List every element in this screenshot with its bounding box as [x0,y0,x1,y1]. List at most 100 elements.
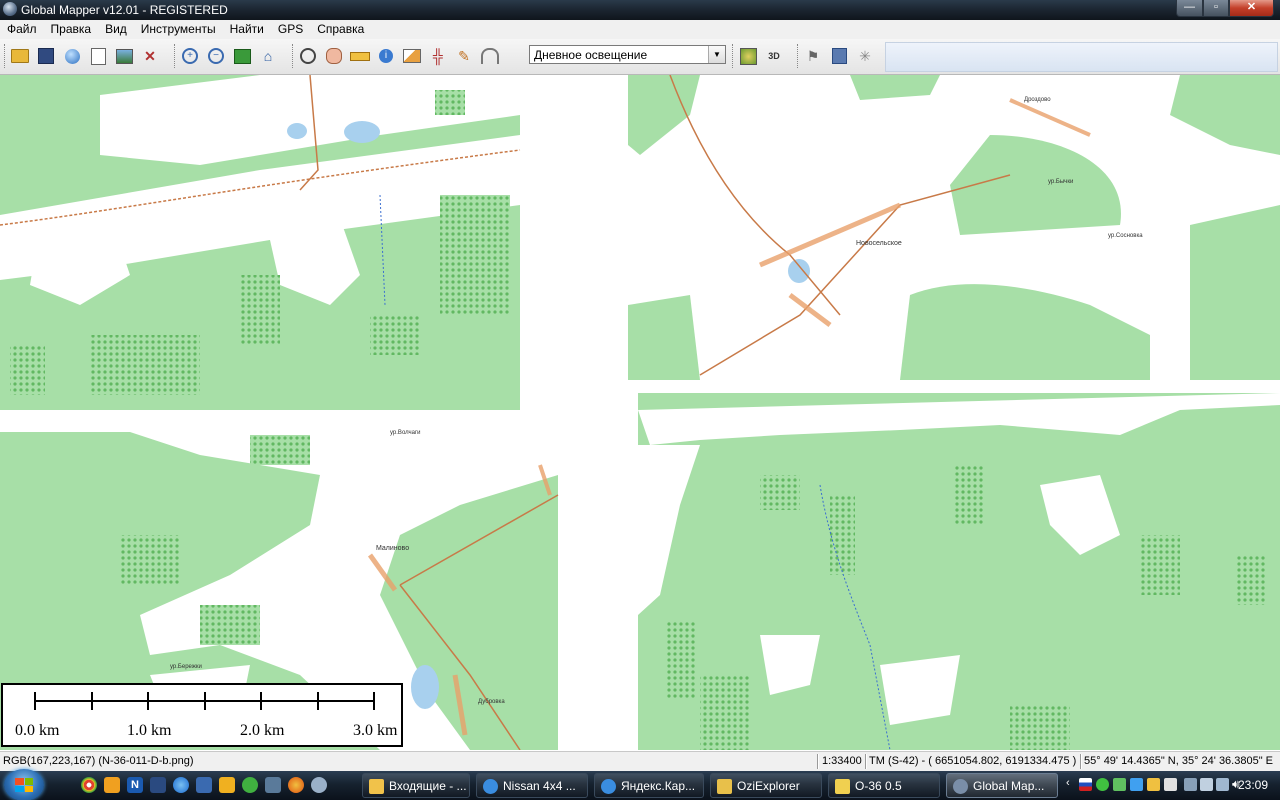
catalog-icon[interactable] [86,44,110,68]
map-label-locality-3: ур.Волчаги [390,430,421,436]
menu-edit[interactable]: Правка [44,20,99,39]
mail-folder-icon [369,779,384,794]
config-tools-icon[interactable]: ✕ [138,44,162,68]
app-globe-icon [953,779,968,794]
globe-icon[interactable] [60,44,84,68]
menu-file[interactable]: Файл [0,20,44,39]
scale-label-2: 2.0 km [240,722,285,739]
measure-icon[interactable] [348,44,372,68]
window-title: Global Mapper v12.01 - REGISTERED [21,3,228,17]
layers-icon[interactable] [112,44,136,68]
status-bar: RGB(167,223,167) (N-36-011-D-b.png) 1:33… [0,751,1280,772]
scale-tick [91,692,93,710]
taskbar-item-mail[interactable]: Входящие - ... [362,773,470,798]
toolbar-group-gps: ⚑ ✳ [797,42,878,70]
internet-explorer-icon[interactable] [173,777,189,793]
taskbar-clock[interactable]: 23:09 [1238,777,1268,793]
zoom-out-icon[interactable]: − [204,44,228,68]
menu-gps[interactable]: GPS [271,20,310,39]
taskbar-item-global-mapper[interactable]: Global Map... [946,773,1058,798]
media-player-icon[interactable] [219,777,235,793]
mail-icon[interactable] [150,777,166,793]
notes-icon[interactable] [1164,778,1177,791]
scale-tick [317,692,319,710]
scale-tick [204,692,206,710]
icq-icon[interactable] [1096,778,1109,791]
taskbar-item-folder[interactable]: O-36 0.5 [828,773,940,798]
notepad-n-icon[interactable]: N [127,777,143,793]
messenger-icon[interactable] [104,777,120,793]
close-button[interactable]: ✕ [1229,0,1274,17]
menu-tools[interactable]: Инструменты [134,20,223,39]
messenger-icon[interactable] [1147,778,1160,791]
map-label-settlement-2: Малиново [376,545,410,552]
taskbar-item-nissan[interactable]: Nissan 4x4 ... [476,773,588,798]
map-label-locality-1: ур.Бычки [1048,179,1074,185]
language-flag-icon[interactable] [1079,778,1092,791]
icq-icon[interactable] [242,777,258,793]
home-icon[interactable]: ⌂ [256,44,280,68]
pan-hand-icon[interactable] [322,44,346,68]
menu-view[interactable]: Вид [98,20,134,39]
info-tool-icon[interactable]: i [374,44,398,68]
full-view-icon[interactable] [230,44,254,68]
3d-view-icon[interactable]: 3D [762,44,786,68]
map-tile-ne [628,75,1280,380]
toolbar-group-zoom: + − ⌂ [174,42,281,70]
zoom-in-icon[interactable]: + [178,44,202,68]
start-button[interactable] [4,769,44,800]
map-label-settlement-1: Новосельское [856,240,902,247]
oziexplorer-icon [717,779,732,794]
clover-icon[interactable] [1113,778,1126,791]
map-label-locality-2: ур.Сосновка [1108,233,1143,239]
folder-icon [835,779,850,794]
menu-help[interactable]: Справка [310,20,371,39]
taskbar-item-yandex[interactable]: Яндекс.Кар... [594,773,704,798]
network-icon[interactable] [196,777,212,793]
taskbar: N Входящие - ... Nissan 4x4 ... Яндекс.К… [0,769,1280,800]
path-profile-icon[interactable] [400,44,424,68]
map-tile-nw [0,75,521,410]
internet-explorer-icon [601,779,616,794]
skype-icon[interactable] [311,777,327,793]
network-icon[interactable] [1130,778,1143,791]
display-icon[interactable] [265,777,281,793]
toolbar-group-3d: 3D [732,42,787,70]
map-canvas[interactable] [0,75,1280,750]
export-icon[interactable] [827,44,851,68]
scale-bar: 0.0 km 1.0 km 2.0 km 3.0 km [1,683,403,747]
minimize-button[interactable]: — [1176,0,1203,17]
scale-tick [373,692,375,710]
pencil-icon[interactable]: ✎ [452,44,476,68]
status-scale: 1:33400 [822,755,862,767]
maximize-button[interactable]: ▫ [1203,0,1229,17]
scale-tick [34,692,36,710]
open-folder-icon[interactable] [8,44,32,68]
tray-expand-icon[interactable]: ‹ [1066,777,1070,789]
taskbar-item-oziexplorer[interactable]: OziExplorer [710,773,822,798]
scale-label-1: 1.0 km [127,722,172,739]
digitizer-icon[interactable]: ╬ [426,44,450,68]
chevron-down-icon[interactable]: ▼ [708,46,725,63]
zoom-tool-icon[interactable] [296,44,320,68]
flag-icon[interactable]: ⚑ [801,44,825,68]
chrome-icon[interactable] [81,777,97,793]
gps-icon[interactable]: ✳ [853,44,877,68]
menu-search[interactable]: Найти [223,20,271,39]
lighting-select-value: Дневное освещение [534,48,648,62]
scale-tick [260,692,262,710]
usb-icon[interactable] [1200,778,1213,791]
shader-icon[interactable] [736,44,760,68]
view-shed-icon[interactable] [478,44,502,68]
save-icon[interactable] [34,44,58,68]
scale-label-0: 0.0 km [15,722,60,739]
firefox-icon[interactable] [288,777,304,793]
status-pixel-color: RGB(167,223,167) (N-36-011-D-b.png) [3,755,194,767]
menu-bar: Файл Правка Вид Инструменты Найти GPS Сп… [0,20,1280,39]
map-view[interactable]: Новосельское Малиново Дроздово ур.Бычки … [0,75,1280,750]
monitor-icon[interactable] [1216,778,1229,791]
map-tile-se [638,393,1280,750]
device-icon[interactable] [1184,778,1197,791]
lighting-select[interactable]: Дневное освещение ▼ [529,45,726,64]
scale-label-3: 3.0 km [353,722,398,739]
